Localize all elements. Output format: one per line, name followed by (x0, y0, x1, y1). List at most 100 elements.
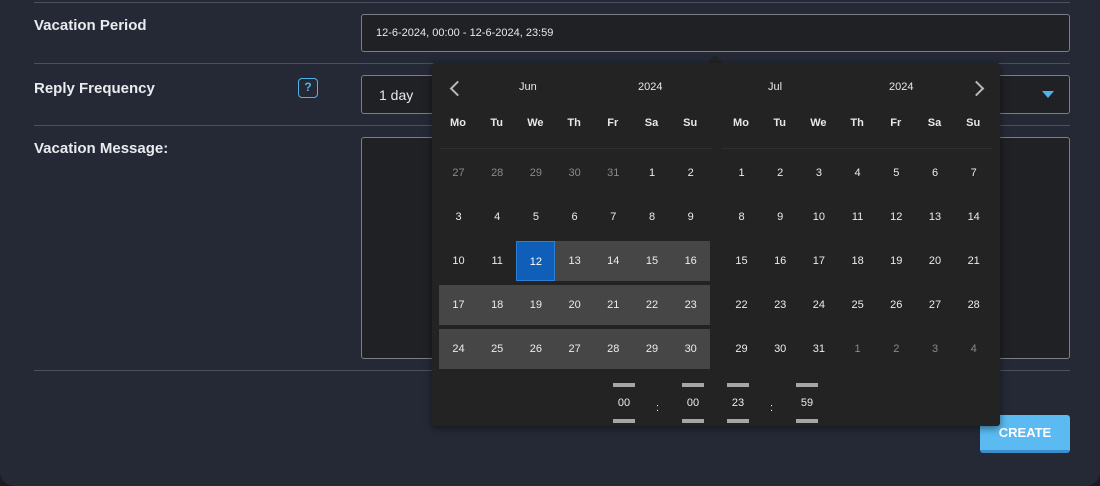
calendar-day-right[interactable]: 5 (877, 153, 916, 193)
start-hour-value[interactable]: 00 (610, 393, 638, 413)
end-minute-spinner[interactable]: 59 (793, 383, 821, 423)
calendar-day-left[interactable]: 2 (671, 153, 710, 193)
calendar-day-left[interactable]: 13 (555, 241, 595, 281)
calendar-day-right[interactable]: 3 (799, 153, 838, 193)
increment-bar[interactable] (727, 383, 749, 387)
chevron-left-icon[interactable] (449, 80, 466, 97)
calendar-day-left[interactable]: 4 (478, 197, 517, 237)
calendar-day-right[interactable]: 16 (761, 241, 800, 281)
calendar-day-right[interactable]: 31 (799, 329, 838, 369)
calendar-day-right[interactable]: 24 (799, 285, 838, 325)
calendar-day-left[interactable]: 3 (439, 197, 478, 237)
calendar-day-right[interactable]: 8 (722, 197, 761, 237)
calendar-day-right[interactable]: 30 (761, 329, 800, 369)
calendar-day-left[interactable]: 27 (555, 329, 595, 369)
calendar-day-right[interactable]: 17 (799, 241, 838, 281)
calendar-day-right[interactable]: 3 (916, 329, 955, 369)
calendar-day-left[interactable]: 26 (516, 329, 556, 369)
calendar-day-right[interactable]: 29 (722, 329, 761, 369)
calendar-day-left[interactable]: 7 (594, 197, 633, 237)
calendar-day-left[interactable]: 8 (633, 197, 672, 237)
calendar-day-right[interactable]: 1 (838, 329, 877, 369)
calendar-day-left[interactable]: 15 (632, 241, 672, 281)
calendar-day-left[interactable]: 16 (671, 241, 711, 281)
chevron-down-icon[interactable] (1042, 91, 1054, 98)
decrement-bar[interactable] (796, 419, 818, 423)
left-year-label[interactable]: 2024 (638, 81, 662, 93)
calendar-day-left[interactable]: 17 (439, 285, 478, 325)
weekday-header-right: Mo (733, 117, 749, 129)
calendar-day-right[interactable]: 13 (916, 197, 955, 237)
start-hour-spinner[interactable]: 00 (610, 383, 638, 423)
calendar-day-left[interactable]: 24 (439, 329, 478, 369)
calendar-day-left[interactable]: 30 (671, 329, 711, 369)
calendar-day-right[interactable]: 11 (838, 197, 877, 237)
calendar-day-right[interactable]: 20 (916, 241, 955, 281)
left-month-label[interactable]: Jun (519, 81, 537, 93)
calendar-day-right[interactable]: 27 (916, 285, 955, 325)
calendar-day-right[interactable]: 4 (954, 329, 993, 369)
calendar-day-right[interactable]: 2 (877, 329, 916, 369)
end-minute-value[interactable]: 59 (793, 393, 821, 413)
increment-bar[interactable] (613, 383, 635, 387)
calendar-day-left[interactable]: 11 (478, 241, 517, 281)
calendar-day-left[interactable]: 23 (671, 285, 711, 325)
calendar-day-left[interactable]: 6 (555, 197, 594, 237)
end-hour-spinner[interactable]: 23 (724, 383, 752, 423)
weekday-divider (440, 148, 712, 149)
chevron-right-icon[interactable] (968, 80, 985, 97)
help-icon[interactable]: ? (298, 78, 318, 98)
calendar-day-left[interactable]: 30 (555, 153, 594, 193)
calendar-day-left[interactable]: 25 (477, 329, 517, 369)
right-year-label[interactable]: 2024 (889, 81, 913, 93)
calendar-day-left[interactable]: 27 (439, 153, 478, 193)
calendar-day-right[interactable]: 19 (877, 241, 916, 281)
calendar-day-right[interactable]: 1 (722, 153, 761, 193)
increment-bar[interactable] (796, 383, 818, 387)
calendar-day-left[interactable]: 14 (593, 241, 633, 281)
weekday-header-right: We (810, 117, 827, 129)
calendar-day-right[interactable]: 22 (722, 285, 761, 325)
calendar-day-right[interactable]: 18 (838, 241, 877, 281)
calendar-day-right[interactable]: 28 (954, 285, 993, 325)
calendar-day-left[interactable]: 21 (593, 285, 633, 325)
calendar-day-left[interactable]: 1 (633, 153, 672, 193)
right-month-label[interactable]: Jul (768, 81, 782, 93)
calendar-day-right[interactable]: 6 (916, 153, 955, 193)
calendar-day-left[interactable]: 29 (516, 153, 555, 193)
calendar-day-right[interactable]: 14 (954, 197, 993, 237)
decrement-bar[interactable] (613, 419, 635, 423)
decrement-bar[interactable] (727, 419, 749, 423)
calendar-day-left[interactable]: 28 (593, 329, 633, 369)
increment-bar[interactable] (682, 383, 704, 387)
calendar-day-right[interactable]: 7 (954, 153, 993, 193)
weekday-header-left: Fr (607, 117, 619, 129)
calendar-day-right[interactable]: 10 (799, 197, 838, 237)
calendar-day-right[interactable]: 12 (877, 197, 916, 237)
calendar-day-left[interactable]: 9 (671, 197, 710, 237)
calendar-day-right[interactable]: 4 (838, 153, 877, 193)
calendar-day-left[interactable]: 22 (632, 285, 672, 325)
calendar-day-left[interactable]: 31 (594, 153, 633, 193)
calendar-day-left[interactable]: 28 (478, 153, 517, 193)
calendar-day-left[interactable]: 10 (439, 241, 478, 281)
date-range-picker: Jun 2024 Jul 2024 00 : 00 23 : 59 Mo Tu We… (432, 63, 1000, 426)
calendar-day-left[interactable]: 18 (477, 285, 517, 325)
calendar-day-right[interactable]: 25 (838, 285, 877, 325)
calendar-day-right[interactable]: 15 (722, 241, 761, 281)
calendar-day-left[interactable]: 12 (516, 241, 556, 281)
calendar-day-left[interactable]: 19 (516, 285, 556, 325)
start-minute-value[interactable]: 00 (679, 393, 707, 413)
vacation-period-input[interactable]: 12-6-2024, 00:00 - 12-6-2024, 23:59 (361, 14, 1070, 52)
calendar-day-right[interactable]: 2 (761, 153, 800, 193)
end-hour-value[interactable]: 23 (724, 393, 752, 413)
calendar-day-left[interactable]: 29 (632, 329, 672, 369)
calendar-day-left[interactable]: 5 (516, 197, 555, 237)
start-minute-spinner[interactable]: 00 (679, 383, 707, 423)
calendar-day-right[interactable]: 21 (954, 241, 993, 281)
calendar-day-right[interactable]: 23 (761, 285, 800, 325)
decrement-bar[interactable] (682, 419, 704, 423)
calendar-day-right[interactable]: 26 (877, 285, 916, 325)
calendar-day-left[interactable]: 20 (555, 285, 595, 325)
calendar-day-right[interactable]: 9 (761, 197, 800, 237)
